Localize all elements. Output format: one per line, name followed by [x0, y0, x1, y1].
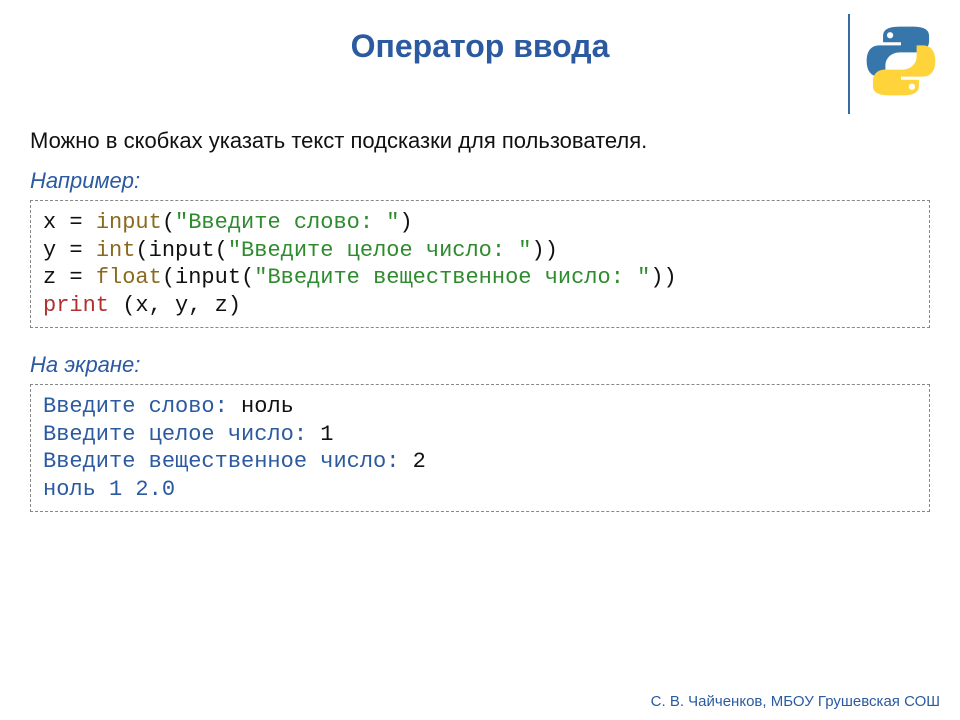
- code-line-4: print (x, y, z): [43, 293, 241, 318]
- screen-label: На экране:: [30, 352, 930, 378]
- example-label: Например:: [30, 168, 930, 194]
- slide-title: Оператор ввода: [0, 28, 960, 65]
- footer-credit: С. В. Чайченков, МБОУ Грушевская СОШ: [651, 693, 940, 710]
- out-line-1: Введите слово: ноль: [43, 394, 294, 419]
- code-line-3: z = float(input("Введите вещественное чи…: [43, 265, 677, 290]
- out-line-3: Введите вещественное число: 2: [43, 449, 426, 474]
- code-line-1: x = input("Введите слово: "): [43, 210, 413, 235]
- output-block: Введите слово: ноль Введите целое число:…: [30, 384, 930, 512]
- out-line-2: Введите целое число: 1: [43, 422, 333, 447]
- intro-text: Можно в скобках указать текст подсказки …: [30, 128, 930, 154]
- out-line-4: ноль 1 2.0: [43, 477, 175, 502]
- code-block: x = input("Введите слово: ") y = int(inp…: [30, 200, 930, 328]
- code-line-2: y = int(input("Введите целое число: ")): [43, 238, 558, 263]
